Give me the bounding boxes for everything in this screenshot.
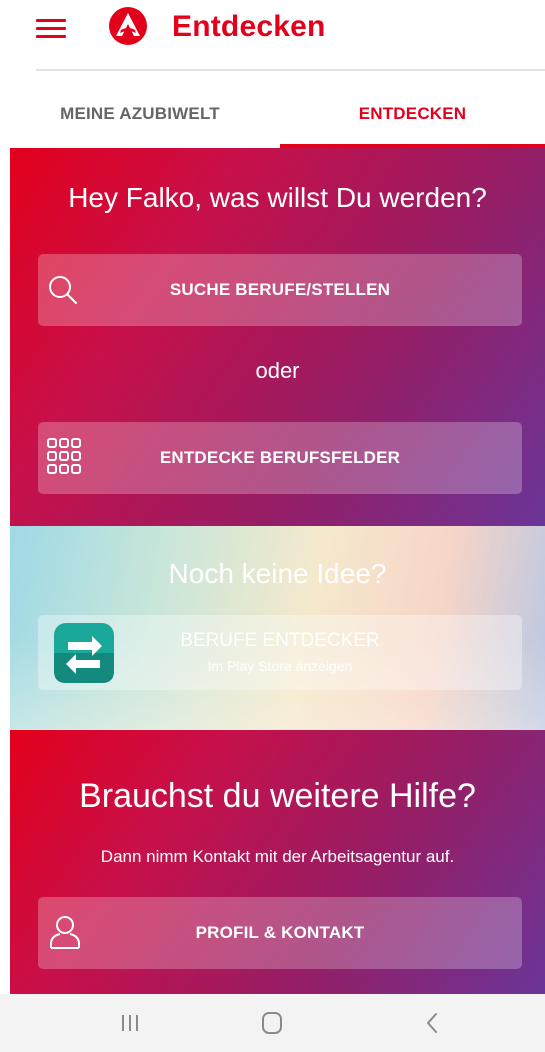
help-text: Dann nimm Kontakt mit der Arbeitsagentur… [100, 847, 455, 866]
help-section: Brauchst du weitere Hilfe? Dann nimm Kon… [10, 730, 545, 994]
recent-apps-icon[interactable] [110, 1006, 150, 1040]
idea-section: Noch keine Idee? BERUFE ENTDECKER Im Pla… [10, 526, 545, 730]
app-bar: Entdecken [0, 0, 545, 58]
berufe-entdecker-store-button[interactable]: BERUFE ENTDECKER Im Play Store anzeigen [38, 615, 522, 690]
tab-bar: MEINE AZUBIWELT ENTDECKEN [0, 80, 545, 148]
hamburger-menu-icon[interactable] [36, 17, 66, 39]
explore-fields-button[interactable]: ENTDECKE BERUFSFELDER [38, 422, 522, 494]
tab-entdecken[interactable]: ENTDECKEN [280, 80, 545, 148]
separator-text: oder [255, 358, 300, 383]
tab-meine-azubiwelt[interactable]: MEINE AZUBIWELT [0, 80, 280, 148]
app-button-title: BERUFE ENTDECKER [180, 630, 380, 651]
search-headline: Hey Falko, was willst Du werden? [68, 182, 487, 213]
help-headline: Brauchst du weitere Hilfe? [79, 777, 476, 815]
back-icon[interactable] [412, 1006, 452, 1040]
profile-contact-label: PROFIL & KONTAKT [195, 923, 365, 942]
home-icon[interactable] [252, 1006, 292, 1040]
idea-headline: Noch keine Idee? [168, 558, 387, 589]
system-navigation-bar [0, 994, 545, 1052]
search-jobs-button[interactable]: SUCHE BERUFE/STELLEN [38, 254, 522, 326]
search-jobs-label: SUCHE BERUFE/STELLEN [169, 280, 391, 299]
explore-fields-label: ENTDECKE BERUFSFELDER [159, 448, 401, 467]
app-button-subtitle: Im Play Store anzeigen [207, 658, 353, 674]
app-bar-divider [36, 69, 545, 71]
arbeitsagentur-logo-icon [109, 7, 147, 45]
page-title: Entdecken [172, 10, 326, 43]
search-section: Hey Falko, was willst Du werden? SUCHE B… [10, 148, 545, 526]
profile-contact-button[interactable]: PROFIL & KONTAKT [38, 897, 522, 969]
